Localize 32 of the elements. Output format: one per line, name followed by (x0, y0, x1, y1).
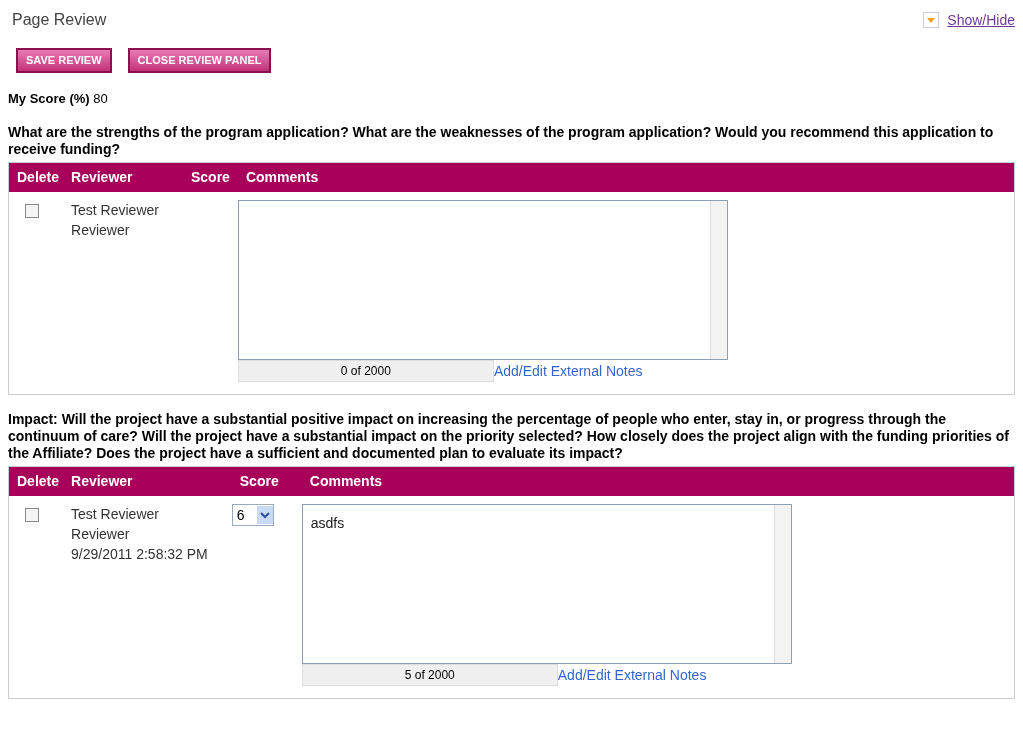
reviewer-text: Test Reviewer (71, 505, 160, 524)
reviewer-text: 9/29/2011 2:58:32 PM (71, 545, 208, 564)
column-header: Comments (301, 467, 808, 496)
action-button[interactable]: SAVE REVIEW (16, 48, 112, 73)
column-header: Delete (9, 163, 64, 192)
column-header: Score (182, 163, 238, 192)
reviewer-text: Reviewer (71, 525, 131, 544)
score-select[interactable]: 6 (231, 504, 274, 526)
column-header: Score (231, 467, 302, 496)
action-button[interactable]: CLOSE REVIEW PANEL (127, 48, 272, 73)
score-value: 80 (93, 90, 108, 106)
chevron-icon (256, 506, 273, 524)
comments-field[interactable]: asdfs (301, 504, 792, 664)
delete-checkbox[interactable] (25, 508, 39, 522)
character-counter: 5 of 2000 (301, 664, 558, 686)
column-header: Comments (237, 163, 744, 192)
column-header: Delete (9, 467, 64, 496)
comments-field[interactable] (237, 200, 728, 360)
dropdown-icon (923, 12, 940, 28)
external-notes-link[interactable]: Add/Edit External Notes (493, 361, 643, 382)
reviewer-text: Test Reviewer (71, 201, 159, 220)
question-text: What are the strengths of the program application? What are the weaknesses of the program application? Would you recommend this application to receive funding? (8, 124, 995, 158)
show-hide-link[interactable]: Show/Hide (947, 9, 1015, 31)
reviewer-text: Reviewer (71, 221, 131, 240)
delete-checkbox[interactable] (25, 204, 39, 218)
column-header: Reviewer (63, 163, 183, 192)
column-header: Reviewer (63, 467, 232, 496)
question-text: Impact: Will the project have a substantial positive impact on increasing the percentage of people who enter, stay in, or progress through the continuum of care? Will the project have a substantial impact on the priority selected? How closely does the project align with the funding priorities of the Affiliate? Does the project have a sufficient and documented plan to evaluate its impact? (8, 411, 1010, 462)
character-counter: 0 of 2000 (237, 360, 494, 382)
external-notes-link[interactable]: Add/Edit External Notes (557, 665, 707, 686)
score-label: My Score (%) (8, 90, 90, 106)
page-title: Page Review (11, 10, 107, 30)
